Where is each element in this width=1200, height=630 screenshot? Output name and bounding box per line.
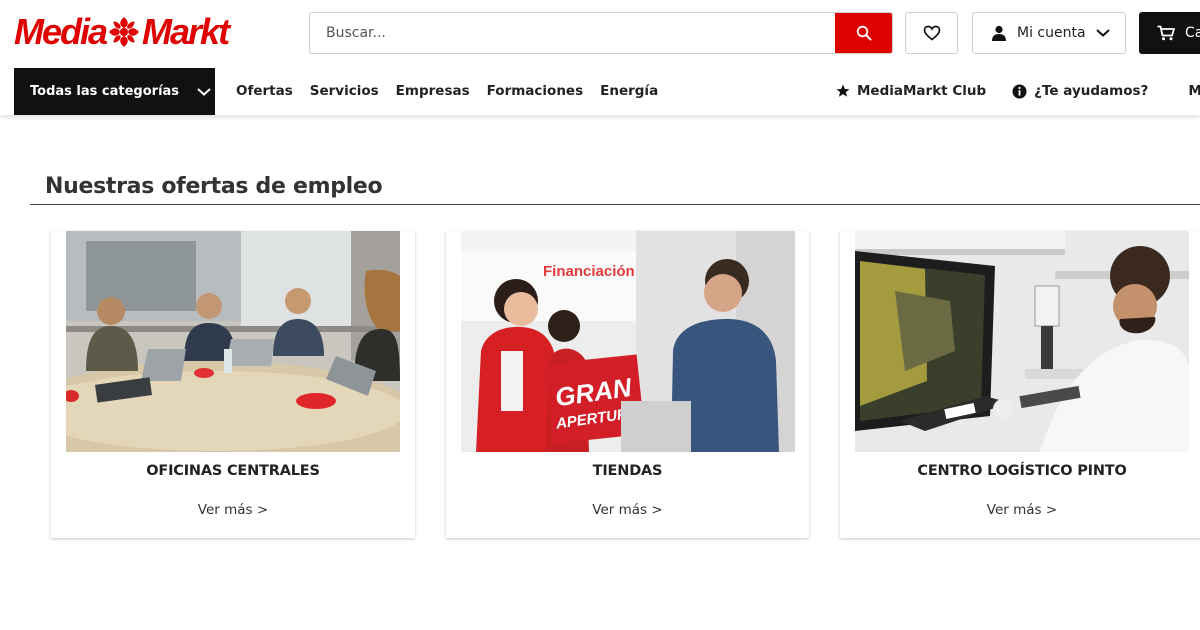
star-icon: [836, 84, 850, 97]
nav-link-empresas[interactable]: Empresas: [396, 83, 470, 99]
job-card-centro-logistico[interactable]: CENTRO LOGÍSTICO PINTO Ver más >: [840, 231, 1200, 538]
mediamarkt-logo[interactable]: Media Markt: [14, 11, 230, 52]
nav-help-link[interactable]: ¿Te ayudamos?: [1012, 83, 1148, 99]
card-title: OFICINAS CENTRALES: [146, 463, 320, 479]
nav-link-servicios[interactable]: Servicios: [310, 83, 379, 99]
job-card-tiendas[interactable]: Financiación GRAN APERTURA TIENDAS Ver m…: [446, 231, 809, 538]
job-card-oficinas[interactable]: OFICINAS CENTRALES Ver más >: [51, 231, 415, 538]
lab-technician-image: [855, 231, 1189, 452]
logo-text-media: Media: [14, 11, 108, 52]
wishlist-button[interactable]: [905, 12, 958, 54]
section-title: Nuestras ofertas de empleo: [45, 174, 383, 199]
heart-icon: [923, 25, 940, 41]
user-icon: [992, 25, 1006, 41]
nav-club-link[interactable]: MediaMarkt Club: [836, 83, 986, 99]
cart-label: Ca: [1185, 25, 1200, 41]
card-link[interactable]: Ver más >: [840, 502, 1200, 518]
store-opening-image: Financiación GRAN APERTURA: [461, 231, 795, 452]
nav-help-label: ¿Te ayudamos?: [1034, 83, 1149, 99]
logo-swirl-icon: [109, 17, 140, 47]
all-categories-button[interactable]: Todas las categorías: [14, 68, 215, 115]
chevron-down-icon: [197, 87, 211, 96]
nav-right: MediaMarkt Club ¿Te ayudamos? Mi tienda: [836, 67, 1200, 115]
nav-store-link[interactable]: Mi tienda: [1188, 83, 1200, 99]
card-title: CENTRO LOGÍSTICO PINTO: [917, 463, 1127, 479]
section-divider: [30, 204, 1200, 205]
nav-link-energia[interactable]: Energía: [600, 83, 658, 99]
chevron-down-icon: [1095, 29, 1110, 37]
office-meeting-image: [66, 231, 400, 452]
nav-links: Ofertas Servicios Empresas Formaciones E…: [236, 67, 658, 115]
info-icon: [1012, 84, 1027, 98]
card-title: TIENDAS: [592, 463, 663, 479]
cart-icon: [1157, 25, 1175, 41]
main-nav: Todas las categorías Ofertas Servicios E…: [0, 67, 1200, 115]
nav-club-label: MediaMarkt Club: [857, 83, 987, 99]
account-button[interactable]: Mi cuenta: [972, 12, 1126, 54]
cart-button[interactable]: Ca: [1139, 12, 1200, 54]
all-categories-label: Todas las categorías: [30, 84, 180, 99]
financing-sign-text: Financiación: [543, 263, 635, 280]
nav-store-label: Mi tienda: [1188, 83, 1200, 99]
card-link[interactable]: Ver más >: [446, 502, 809, 518]
account-label: Mi cuenta: [1017, 25, 1086, 41]
nav-link-formaciones[interactable]: Formaciones: [487, 83, 584, 99]
search-button[interactable]: [835, 13, 892, 53]
search-input[interactable]: [310, 13, 835, 53]
search-bar: [309, 12, 893, 54]
logo-text-markt: Markt: [142, 11, 230, 52]
search-icon: [856, 25, 871, 41]
nav-link-ofertas[interactable]: Ofertas: [236, 83, 293, 99]
card-link[interactable]: Ver más >: [51, 502, 415, 518]
